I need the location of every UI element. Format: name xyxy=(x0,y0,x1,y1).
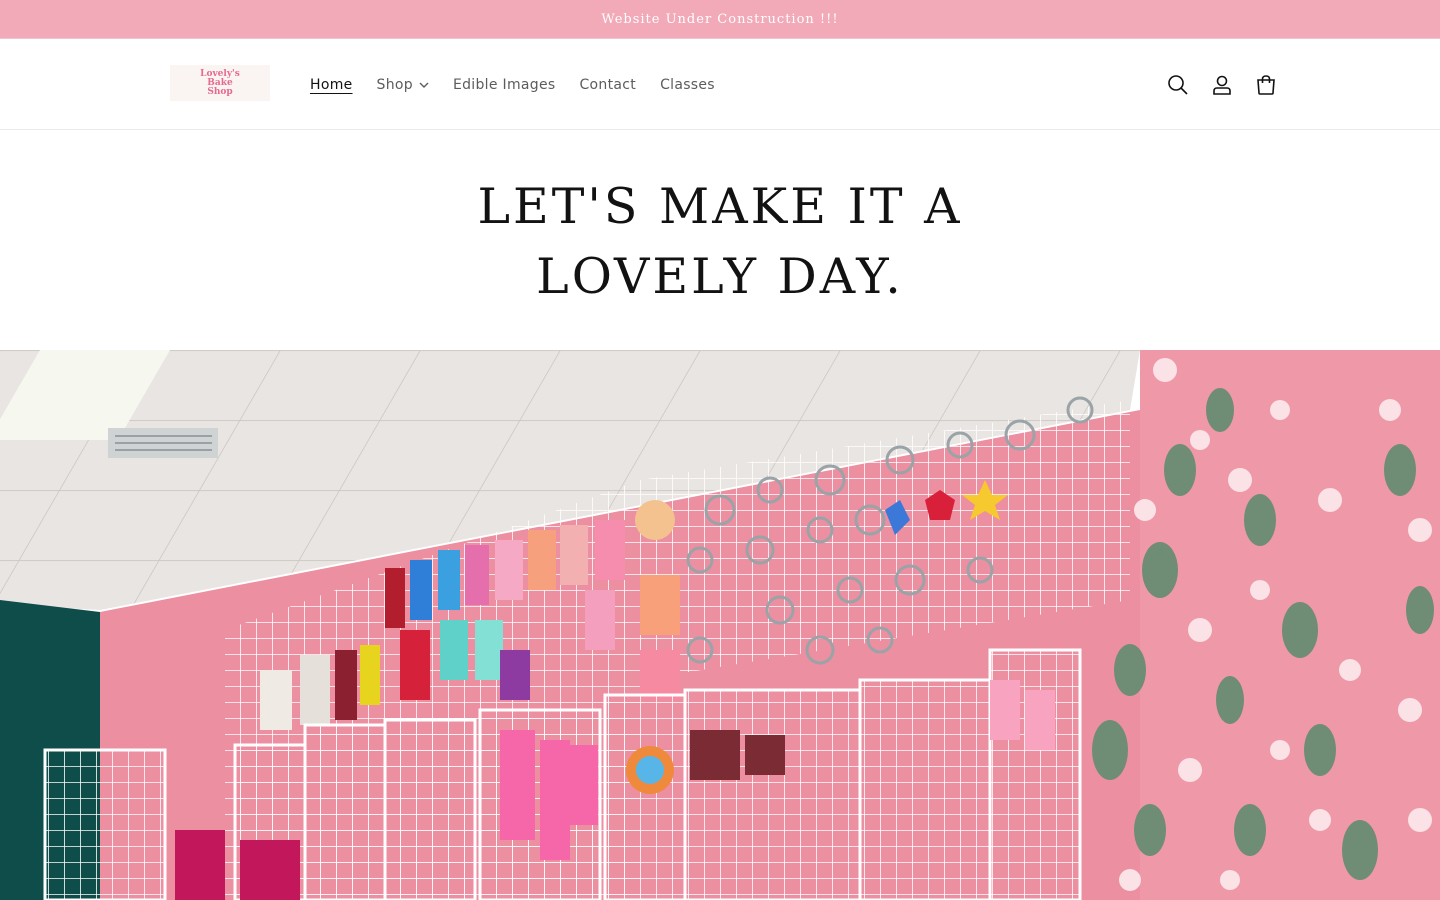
account-button[interactable] xyxy=(1206,63,1238,107)
nav-shop[interactable]: Shop xyxy=(365,77,441,93)
hero-heading: LET'S MAKE IT A LOVELY DAY. xyxy=(0,172,1440,312)
logo[interactable]: Lovely's Bake Shop xyxy=(170,65,270,101)
nav-edible-images[interactable]: Edible Images xyxy=(441,77,568,93)
hero-heading-text: LET'S MAKE IT A LOVELY DAY. xyxy=(477,178,963,305)
nav-classes[interactable]: Classes xyxy=(648,77,727,93)
chevron-down-icon xyxy=(419,82,429,88)
header-icons xyxy=(1162,39,1282,130)
logo-line-3: Shop xyxy=(207,86,233,97)
account-icon xyxy=(1213,75,1231,95)
announcement-text: Website Under Construction !!! xyxy=(601,11,839,27)
cart-icon xyxy=(1257,74,1275,95)
nav-home-label: Home xyxy=(310,76,353,93)
nav-classes-label: Classes xyxy=(660,76,715,93)
bake-shop-photo xyxy=(0,350,1440,900)
main-nav: Home Shop Edible Images Contact Classes xyxy=(298,39,727,130)
nav-edible-images-label: Edible Images xyxy=(452,76,556,93)
nav-shop-label: Shop xyxy=(376,76,413,93)
nav-contact-label: Contact xyxy=(579,76,637,93)
nav-home[interactable]: Home xyxy=(298,77,365,93)
hero-image xyxy=(0,350,1440,900)
announcement-bar: Website Under Construction !!! xyxy=(0,0,1440,39)
search-button[interactable] xyxy=(1162,63,1194,107)
nav-contact[interactable]: Contact xyxy=(567,77,648,93)
cart-button[interactable] xyxy=(1250,63,1282,107)
site-header: Lovely's Bake Shop Home Shop Edible Imag… xyxy=(0,39,1440,130)
search-icon xyxy=(1168,74,1188,95)
